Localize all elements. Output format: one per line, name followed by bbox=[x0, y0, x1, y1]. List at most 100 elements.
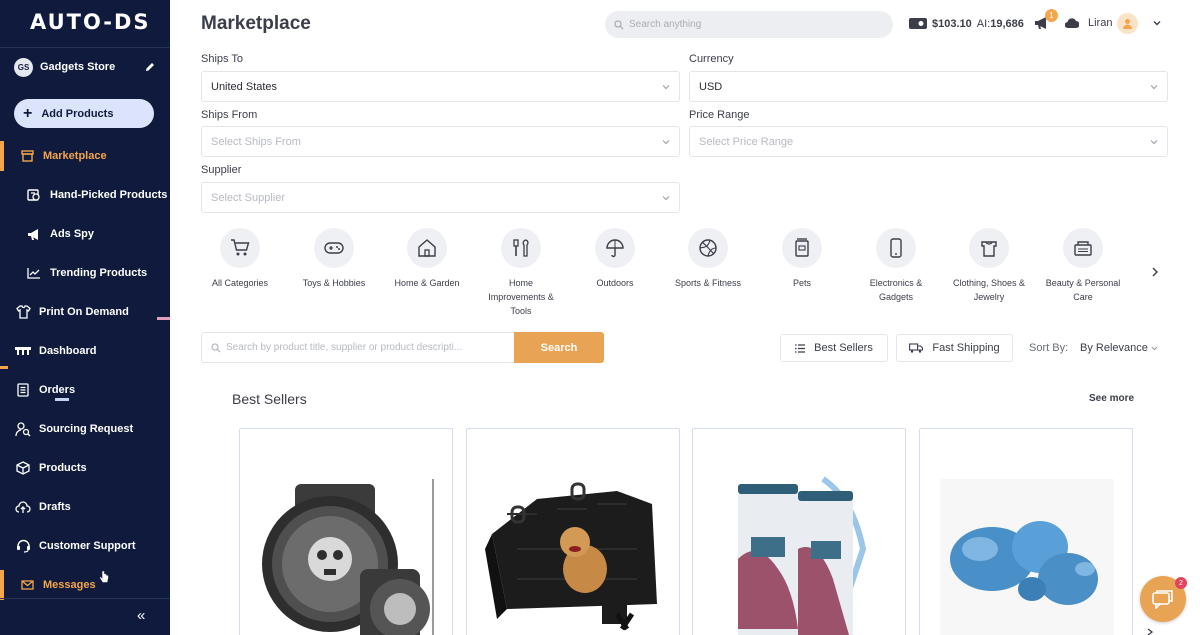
category-all-categories[interactable]: All Categories bbox=[200, 228, 280, 290]
sidebar-item-ads-spy[interactable]: Ads Spy bbox=[0, 219, 170, 249]
sidebar-item-label: Messages bbox=[43, 579, 96, 591]
category-outdoors[interactable]: Outdoors bbox=[575, 228, 655, 290]
sidebar-item-label: Products bbox=[39, 462, 87, 474]
category-clothing-shoes-jewelry[interactable]: Clothing, Shoes & Jewelry bbox=[949, 228, 1029, 304]
product-search-input[interactable]: Search by product title, supplier or pro… bbox=[201, 332, 514, 363]
sidebar-item-label: Drafts bbox=[39, 501, 71, 513]
category-label: Electronics & Gadgets bbox=[869, 278, 923, 302]
product-card[interactable] bbox=[692, 428, 906, 635]
see-more-link[interactable]: See more bbox=[1089, 393, 1134, 404]
global-search-input[interactable]: Search anything bbox=[605, 11, 893, 38]
sort-label: Sort By: bbox=[1029, 342, 1069, 354]
chevron-right-icon[interactable] bbox=[1146, 628, 1154, 635]
sidebar-item-marketplace[interactable]: Marketplace bbox=[0, 141, 170, 171]
category-toys-hobbies[interactable]: Toys & Hobbies bbox=[294, 228, 374, 290]
cloud-icon[interactable] bbox=[1065, 16, 1079, 30]
ships-to-label: Ships To bbox=[201, 53, 243, 65]
collapse-sidebar-icon[interactable]: « bbox=[137, 607, 145, 624]
category-label: Toys & Hobbies bbox=[302, 278, 366, 288]
tools-icon bbox=[513, 239, 529, 257]
beauty-icon bbox=[1074, 241, 1092, 256]
sort-select[interactable]: By Relevance bbox=[1080, 342, 1148, 354]
store-avatar: GS bbox=[14, 57, 33, 77]
search-icon bbox=[211, 342, 221, 352]
sidebar-item-messages[interactable]: Messages bbox=[0, 570, 170, 600]
currency-select[interactable]: USD bbox=[689, 71, 1168, 102]
balance-display[interactable]: $103.10 AI:19,686 bbox=[909, 17, 1024, 30]
chevron-right-icon[interactable] bbox=[1150, 266, 1160, 278]
ships-to-select[interactable]: United States bbox=[201, 71, 680, 102]
sidebar-item-orders[interactable]: Orders bbox=[0, 375, 170, 405]
best-sellers-title: Best Sellers bbox=[232, 391, 307, 407]
price-range-select[interactable]: Select Price Range bbox=[689, 126, 1168, 157]
sidebar-item-label: Orders bbox=[39, 384, 76, 396]
sidebar-item-label: Trending Products bbox=[50, 267, 148, 279]
store-name: Gadgets Store bbox=[40, 61, 116, 73]
chevron-down-icon bbox=[1150, 84, 1158, 89]
ships-from-select[interactable]: Select Ships From bbox=[201, 126, 680, 157]
ships-to-value: United States bbox=[211, 80, 278, 93]
scroll-marker bbox=[0, 366, 8, 369]
page-title: Marketplace bbox=[201, 13, 311, 34]
ball-icon bbox=[699, 239, 717, 257]
best-sellers-label: Best Sellers bbox=[814, 342, 873, 354]
headset-icon bbox=[15, 538, 31, 554]
sidebar-item-customer-support[interactable]: Customer Support bbox=[0, 531, 170, 561]
chevron-down-icon[interactable] bbox=[1150, 344, 1159, 353]
phone-icon bbox=[890, 238, 902, 258]
product-card[interactable] bbox=[239, 428, 453, 635]
category-sports-fitness[interactable]: Sports & Fitness bbox=[668, 228, 748, 290]
sidebar-item-products[interactable]: Products bbox=[0, 453, 170, 483]
divider bbox=[0, 598, 170, 599]
autods-logo[interactable]: AUTO-DS bbox=[30, 10, 151, 34]
fast-shipping-button[interactable]: Fast Shipping bbox=[896, 334, 1013, 362]
sidebar-item-label: Print On Demand bbox=[39, 306, 129, 318]
chevron-down-icon[interactable] bbox=[1152, 18, 1162, 28]
category-label: All Categories bbox=[211, 278, 269, 288]
scroll-marker bbox=[55, 398, 69, 401]
search-button[interactable]: Search bbox=[514, 332, 604, 363]
sidebar-item-print-on-demand[interactable]: Print On Demand bbox=[0, 297, 170, 327]
sourcing-icon bbox=[15, 421, 31, 437]
add-products-button[interactable]: + Add Products bbox=[14, 99, 154, 128]
category-pets[interactable]: Pets bbox=[762, 228, 842, 290]
sidebar-item-dashboard[interactable]: Dashboard bbox=[0, 336, 170, 366]
chevron-down-icon bbox=[662, 139, 670, 144]
category-label: Outdoors bbox=[596, 278, 634, 288]
category-electronics-gadgets[interactable]: Electronics & Gadgets bbox=[856, 228, 936, 304]
sidebar-item-drafts[interactable]: Drafts bbox=[0, 492, 170, 522]
product-card[interactable] bbox=[919, 428, 1133, 635]
store-selector[interactable]: GS Gadgets Store bbox=[14, 57, 156, 77]
avatar[interactable] bbox=[1117, 13, 1138, 34]
plus-icon: + bbox=[23, 104, 33, 122]
pet-seat-cover-image bbox=[485, 482, 657, 631]
pencil-icon[interactable] bbox=[144, 61, 156, 73]
category-home-garden[interactable]: Home & Garden bbox=[387, 228, 467, 290]
truck-icon bbox=[909, 343, 924, 353]
chat-icon bbox=[1152, 590, 1173, 609]
megaphone-icon bbox=[26, 226, 42, 242]
sidebar-item-label: Sourcing Request bbox=[39, 423, 134, 435]
category-beauty-personal-care[interactable]: Beauty & Personal Care bbox=[1043, 228, 1123, 304]
cloud-upload-icon bbox=[15, 499, 31, 515]
sidebar-item-sourcing-request[interactable]: Sourcing Request bbox=[0, 414, 170, 444]
wallet-icon bbox=[909, 18, 927, 29]
cleansing-wipes-image bbox=[738, 476, 867, 635]
sidebar-item-trending-products[interactable]: Trending Products bbox=[0, 258, 170, 288]
supplier-label: Supplier bbox=[201, 164, 242, 176]
user-name[interactable]: Liran bbox=[1088, 17, 1112, 29]
best-sellers-button[interactable]: Best Sellers bbox=[780, 334, 888, 362]
product-card[interactable] bbox=[466, 428, 680, 635]
sidebar-item-label: Customer Support bbox=[39, 540, 136, 552]
category-home-improvements-tools[interactable]: Home Improvements & Tools bbox=[481, 228, 561, 318]
category-label: Clothing, Shoes & Jewelry bbox=[952, 278, 1026, 302]
currency-label: Currency bbox=[689, 53, 734, 65]
store-icon bbox=[19, 148, 35, 164]
dashboard-icon bbox=[15, 343, 31, 359]
user-icon bbox=[1123, 19, 1132, 29]
supplier-select[interactable]: Select Supplier bbox=[201, 182, 680, 213]
ships-from-placeholder: Select Ships From bbox=[211, 135, 301, 148]
sidebar-item-label: Hand-Picked Products bbox=[50, 189, 168, 201]
sidebar-item-hand-picked-products[interactable]: Hand-Picked Products bbox=[0, 180, 170, 210]
category-label: Beauty & Personal Care bbox=[1045, 278, 1121, 302]
